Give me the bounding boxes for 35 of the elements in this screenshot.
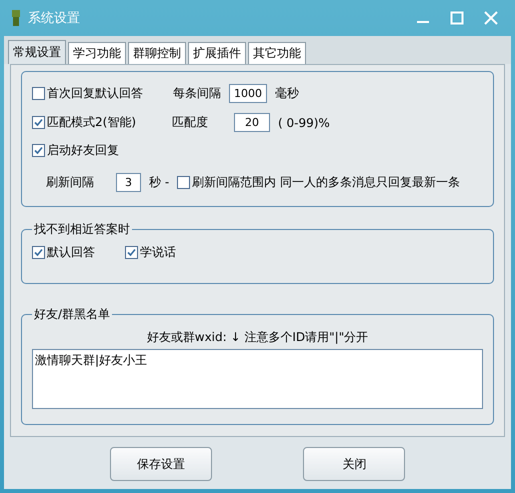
tab[interactable]: 常规设置 (8, 40, 66, 64)
save-button[interactable]: 保存设置 (110, 447, 212, 481)
close-icon (484, 11, 498, 25)
tab[interactable]: 其它功能 (248, 42, 306, 64)
checkbox[interactable]: 刷新间隔范围内 同一人的多条消息只回复最新一条 (177, 174, 460, 191)
label: 秒 - (149, 174, 170, 191)
tab[interactable]: 群聊控制 (128, 42, 186, 64)
tab[interactable]: 学习功能 (68, 42, 126, 64)
checkbox[interactable]: 默认回答 (32, 244, 95, 261)
label: 毫秒 (275, 85, 299, 102)
label: 匹配度 (172, 114, 208, 131)
match-field[interactable]: 20 (234, 113, 270, 132)
group-title: 好友/群黑名单 (33, 306, 112, 323)
checkmark-icon (33, 117, 44, 128)
hint-text: 好友或群wxid: ↓ 注意多个ID请用"|"分开 (146, 330, 368, 344)
close-button[interactable]: 关闭 (303, 447, 406, 481)
checkbox[interactable]: 启动好友回复 (32, 142, 119, 159)
checkbox[interactable]: 首次回复默认回答 (32, 85, 143, 102)
checkbox[interactable]: 学说话 (125, 244, 176, 261)
blacklist-field[interactable]: 激情聊天群|好友小王 (32, 349, 483, 409)
label: 刷新间隔 (46, 174, 94, 191)
checkmark-icon (33, 145, 44, 156)
minimize-icon (417, 21, 429, 23)
interval-field[interactable]: 1000 (229, 84, 267, 103)
window-title: 系统设置 (28, 10, 81, 27)
label: ( 0-99)% (278, 116, 330, 130)
checkbox[interactable]: 匹配模式2(智能) (32, 114, 136, 131)
robot-icon (10, 9, 22, 27)
checkmark-icon (126, 247, 137, 258)
group-title: 找不到相近答案时 (33, 221, 131, 238)
label: 每条间隔 (173, 85, 221, 102)
maximize-icon (450, 11, 464, 25)
checkmark-icon (33, 247, 44, 258)
tab[interactable]: 扩展插件 (188, 42, 246, 64)
refresh-field[interactable]: 3 (116, 173, 141, 192)
